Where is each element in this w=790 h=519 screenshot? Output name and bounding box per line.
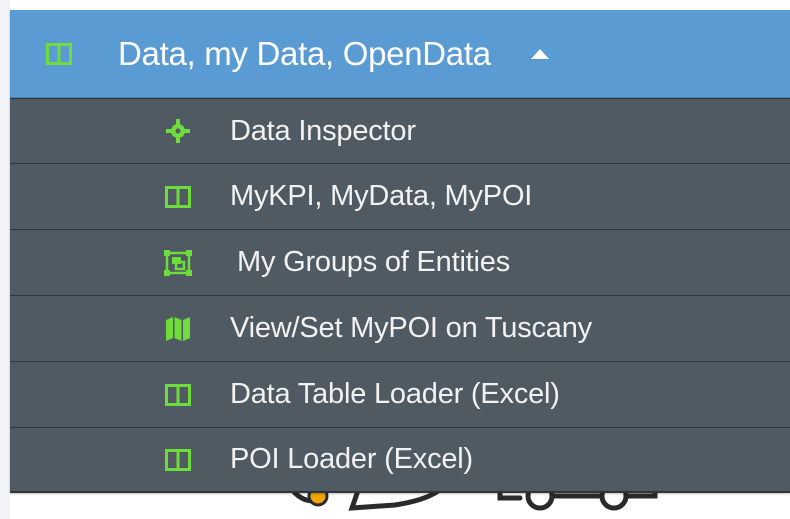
menu-item-label: POI Loader (Excel)	[230, 443, 473, 475]
map-icon	[164, 315, 192, 343]
menu-item-view-set-mypoi-on-tuscany[interactable]: View/Set MyPOI on Tuscany	[10, 295, 790, 361]
menu-item-label: MyKPI, MyData, MyPOI	[230, 180, 533, 212]
object-group-icon	[164, 249, 192, 277]
table-columns-icon	[46, 41, 72, 67]
menu-item-my-groups-of-entities[interactable]: My Groups of Entities	[10, 229, 790, 295]
table-columns-icon	[164, 381, 192, 409]
menu-item-mykpi-mydata-mypoi[interactable]: MyKPI, MyData, MyPOI	[10, 163, 790, 229]
menu-item-label: Data Table Loader (Excel)	[230, 378, 560, 410]
menu-item-label: My Groups of Entities	[237, 246, 511, 278]
menu-item-data-inspector[interactable]: Data Inspector	[10, 98, 790, 163]
menu-item-label: View/Set MyPOI on Tuscany	[230, 312, 592, 344]
table-columns-icon	[164, 446, 192, 474]
dropdown-menu: Data, my Data, OpenData Data Inspector M…	[10, 10, 790, 493]
crosshair-icon	[164, 117, 192, 145]
menu-header-title: Data, my Data, OpenData	[118, 34, 491, 72]
menu-item-poi-loader-excel[interactable]: POI Loader (Excel)	[10, 427, 790, 493]
menu-header-data-my-data-opendata[interactable]: Data, my Data, OpenData	[10, 10, 790, 98]
caret-up-icon[interactable]	[530, 44, 551, 64]
menu-item-data-table-loader-excel[interactable]: Data Table Loader (Excel)	[10, 361, 790, 427]
table-columns-icon	[164, 183, 192, 211]
menu-item-label: Data Inspector	[230, 114, 416, 147]
